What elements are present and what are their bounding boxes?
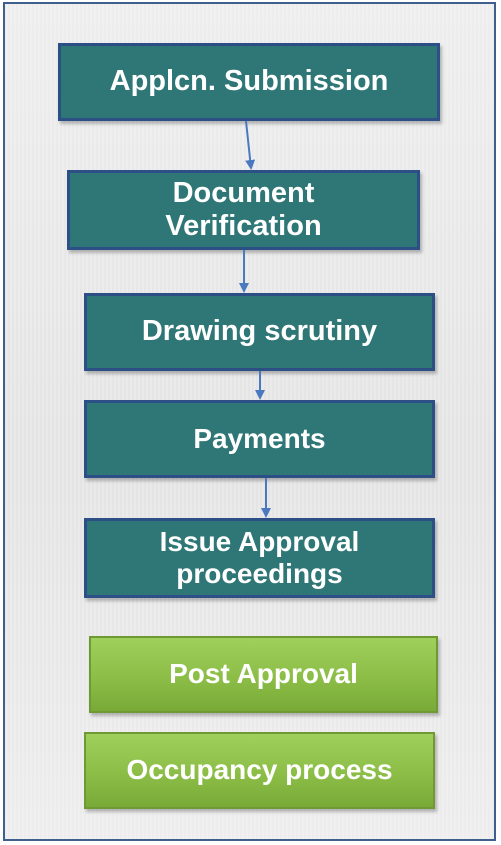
step-label: Payments — [193, 422, 326, 454]
step-payments: Payments — [84, 400, 435, 478]
step-issue-approval-proceedings: Issue Approval proceedings — [84, 518, 435, 598]
step-document-verification: Document Verification — [67, 170, 420, 250]
step-label: Occupancy process — [126, 754, 393, 786]
step-label-line-2: Verification — [165, 210, 322, 242]
step-drawing-scrutiny: Drawing scrutiny — [84, 293, 435, 371]
step-label-line-2: proceedings — [176, 558, 343, 589]
step-application-submission: Applcn. Submission — [58, 43, 440, 121]
step-label: Post Approval — [169, 658, 358, 690]
step-post-approval: Post Approval — [89, 636, 438, 713]
step-label-line-1: Issue Approval — [159, 525, 360, 557]
step-label: Applcn. Submission — [109, 65, 389, 98]
step-label: Drawing scrutiny — [141, 315, 378, 348]
step-label-line-1: Document — [172, 176, 315, 209]
step-occupancy-process: Occupancy process — [84, 732, 435, 809]
